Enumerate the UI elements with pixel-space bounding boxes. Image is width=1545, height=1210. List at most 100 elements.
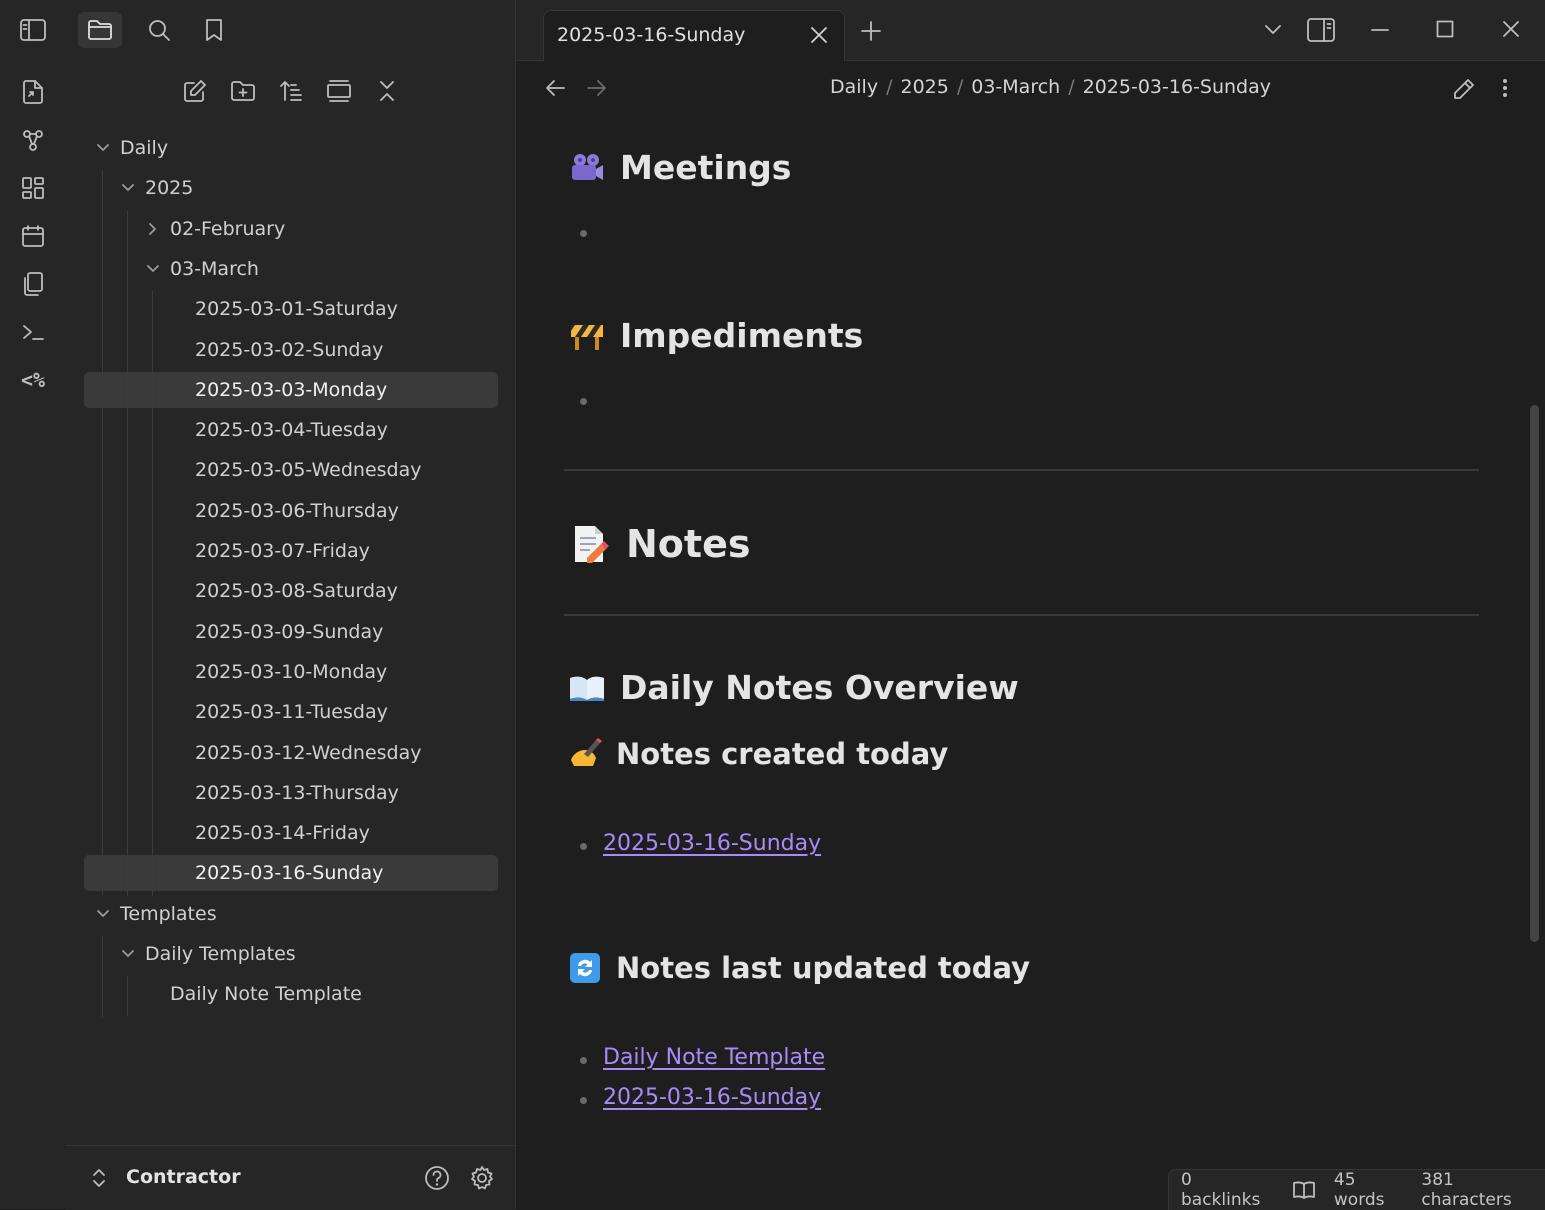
auto-reveal-button[interactable] xyxy=(322,74,356,108)
search-tab-button[interactable] xyxy=(137,12,181,48)
heading-created-text: Notes created today xyxy=(616,737,949,771)
tab-list-chevron-icon[interactable] xyxy=(1263,22,1283,38)
tree-file[interactable]: 2025-03-05-Wednesday xyxy=(84,452,498,488)
tree-indent-guide xyxy=(102,936,103,1017)
back-arrow-icon[interactable] xyxy=(544,78,566,98)
new-note-button[interactable] xyxy=(178,74,212,108)
tree-item-label: 03-March xyxy=(170,258,259,280)
tree-file[interactable]: 2025-03-09-Sunday xyxy=(84,614,498,650)
horizontal-rule xyxy=(564,614,1479,616)
backlinks-count[interactable]: 0 backlinks xyxy=(1181,1170,1274,1210)
breadcrumb-item[interactable]: 2025-03-16-Sunday xyxy=(1083,76,1271,98)
maximize-window-icon[interactable] xyxy=(1436,20,1454,38)
minimize-window-icon[interactable] xyxy=(1370,28,1390,32)
character-count: 381 characters xyxy=(1421,1170,1512,1210)
heading-meetings: Meetings xyxy=(568,148,791,187)
tree-item-label: 2025-03-04-Tuesday xyxy=(195,419,388,441)
edit-mode-pencil-icon[interactable] xyxy=(1452,77,1476,101)
heading-notes-last-updated-today: Notes last updated today xyxy=(568,951,1030,985)
tree-file[interactable]: Daily Note Template xyxy=(84,976,498,1012)
tree-file[interactable]: 2025-03-01-Saturday xyxy=(84,291,498,327)
memo-icon xyxy=(568,522,612,566)
heading-notes: Notes xyxy=(568,522,750,566)
collapse-all-button[interactable] xyxy=(370,74,404,108)
refresh-arrows-icon xyxy=(568,951,602,985)
tree-file[interactable]: 2025-03-06-Thursday xyxy=(84,493,498,529)
right-sidebar-toggle-icon[interactable] xyxy=(1307,18,1335,42)
breadcrumb-item[interactable]: Daily xyxy=(830,76,878,98)
close-window-icon[interactable] xyxy=(1502,20,1520,38)
tree-file[interactable]: 2025-03-11-Tuesday xyxy=(84,694,498,730)
tree-file[interactable]: 2025-03-12-Wednesday xyxy=(84,735,498,771)
tree-item-label: 2025-03-07-Friday xyxy=(195,540,370,562)
vault-switch-icon[interactable] xyxy=(92,1168,106,1188)
tree-file[interactable]: 2025-03-10-Monday xyxy=(84,654,498,690)
reading-view-book-icon[interactable] xyxy=(1292,1180,1316,1200)
sidebar-toggle-icon[interactable] xyxy=(17,14,49,46)
tab-active-note[interactable]: 2025-03-16-Sunday xyxy=(543,10,845,61)
empty-bullet xyxy=(580,230,587,237)
tree-file[interactable]: 2025-03-13-Thursday xyxy=(84,775,498,811)
chevron-down-icon[interactable] xyxy=(121,181,135,195)
editor-scrollbar[interactable] xyxy=(1530,405,1539,942)
more-options-icon[interactable] xyxy=(1501,77,1509,99)
graph-view-icon[interactable] xyxy=(17,124,49,156)
breadcrumb-item[interactable]: 03-March xyxy=(971,76,1060,98)
templater-icon[interactable]: <% xyxy=(17,364,49,396)
chevron-down-icon[interactable] xyxy=(96,141,110,155)
tree-file[interactable]: 2025-03-14-Friday xyxy=(84,815,498,851)
tree-folder[interactable]: Daily Templates xyxy=(84,936,498,972)
close-tab-icon[interactable] xyxy=(809,25,829,45)
breadcrumb-separator: / xyxy=(956,76,964,98)
writing-hand-icon xyxy=(568,737,602,771)
tree-file[interactable]: 2025-03-08-Saturday xyxy=(84,573,498,609)
help-icon[interactable] xyxy=(424,1165,450,1191)
view-header: Daily / 2025 / 03-March / 2025-03-16-Sunday xyxy=(516,61,1545,117)
new-tab-icon[interactable] xyxy=(860,20,882,42)
tree-folder[interactable]: 03-March xyxy=(84,251,498,287)
status-bar: 0 backlinks 45 words 381 characters xyxy=(1168,1169,1545,1210)
heading-notes-created-today: Notes created today xyxy=(568,737,948,771)
construction-barrier-icon xyxy=(568,317,606,355)
tree-folder[interactable]: 02-February xyxy=(84,211,498,247)
tree-item-label: 2025-03-12-Wednesday xyxy=(195,742,422,764)
chevron-down-icon[interactable] xyxy=(146,262,160,276)
copy-icon[interactable] xyxy=(17,268,49,300)
chevron-down-icon[interactable] xyxy=(96,907,110,921)
tree-item-label: Daily Templates xyxy=(145,943,296,965)
tree-folder[interactable]: Templates xyxy=(84,896,498,932)
chevrons-collapse-icon xyxy=(376,79,398,103)
internal-link[interactable]: 2025-03-16-Sunday xyxy=(603,1085,821,1110)
vault-switcher-bar: Contractor xyxy=(66,1145,515,1210)
tree-file[interactable]: 2025-03-04-Tuesday xyxy=(84,412,498,448)
tree-item-label: 2025-03-08-Saturday xyxy=(195,580,398,602)
internal-link[interactable]: 2025-03-16-Sunday xyxy=(603,831,821,856)
new-folder-button[interactable] xyxy=(226,74,260,108)
tree-file[interactable]: 2025-03-02-Sunday xyxy=(84,332,498,368)
bookmark-icon xyxy=(204,18,224,42)
files-tab-button[interactable] xyxy=(78,12,122,48)
calendar-icon[interactable] xyxy=(17,220,49,252)
open-quick-switcher-icon[interactable] xyxy=(17,76,49,108)
canvas-icon[interactable] xyxy=(17,172,49,204)
breadcrumb-item[interactable]: 2025 xyxy=(900,76,948,98)
edit-icon xyxy=(183,79,207,103)
chevron-right-icon[interactable] xyxy=(146,222,160,236)
settings-gear-icon[interactable] xyxy=(469,1165,495,1191)
tree-file[interactable]: 2025-03-07-Friday xyxy=(84,533,498,569)
tree-file[interactable]: 2025-03-03-Monday xyxy=(84,372,498,408)
left-ribbon: <% xyxy=(0,0,67,1209)
tree-item-label: 2025-03-03-Monday xyxy=(195,379,388,401)
tree-file[interactable]: 2025-03-16-Sunday xyxy=(84,855,498,891)
internal-link[interactable]: Daily Note Template xyxy=(603,1045,825,1070)
tree-folder[interactable]: 2025 xyxy=(84,170,498,206)
chevron-down-icon[interactable] xyxy=(121,947,135,961)
tree-folder[interactable]: Daily xyxy=(84,130,498,166)
bookmarks-tab-button[interactable] xyxy=(192,12,236,48)
terminal-icon[interactable] xyxy=(17,316,49,348)
breadcrumb-separator: / xyxy=(1068,76,1075,98)
tree-item-label: Daily Note Template xyxy=(170,983,362,1005)
forward-arrow-icon[interactable] xyxy=(586,78,608,98)
vault-name[interactable]: Contractor xyxy=(126,1166,241,1188)
sort-button[interactable] xyxy=(274,74,308,108)
